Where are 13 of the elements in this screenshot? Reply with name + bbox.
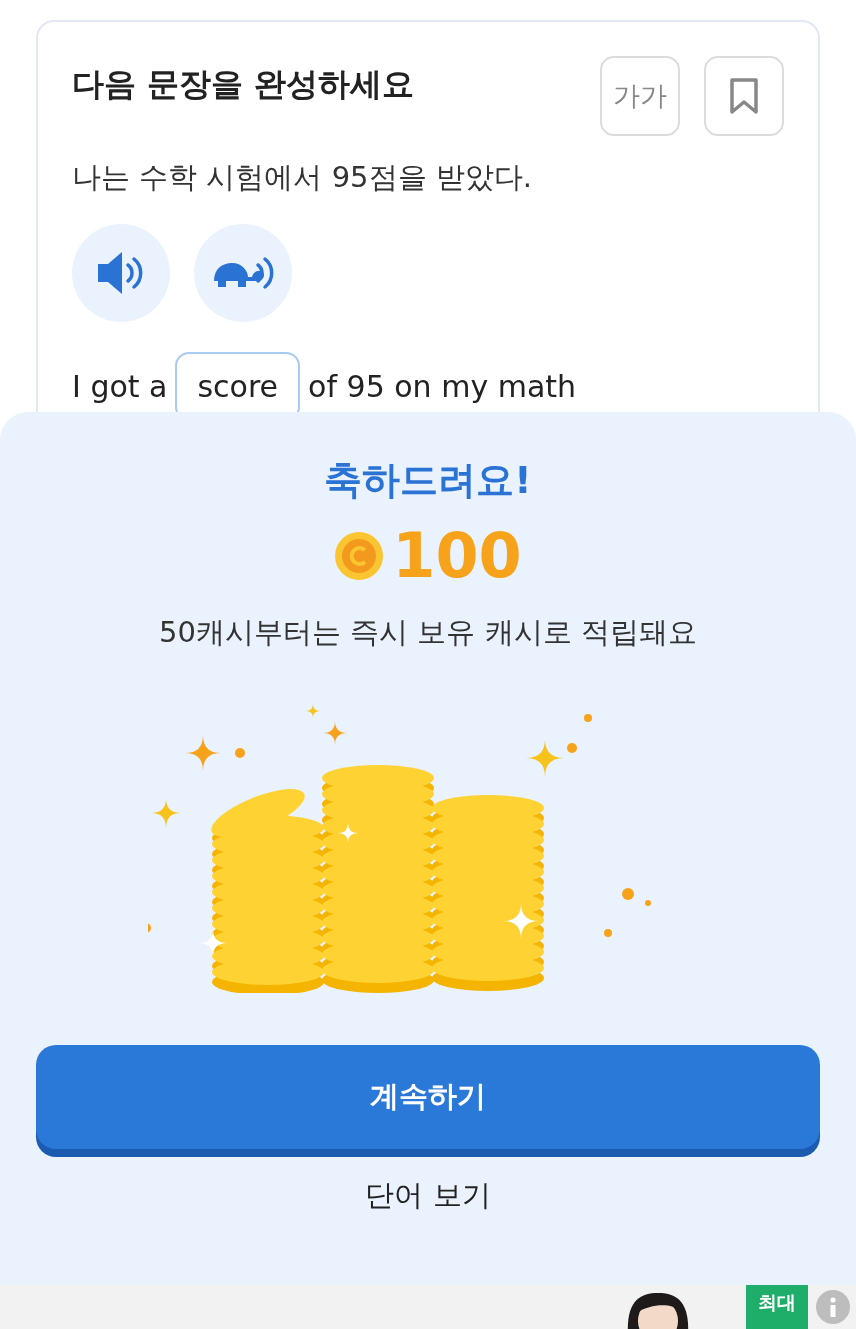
coin-icon xyxy=(334,531,385,581)
bookmark-button[interactable] xyxy=(704,56,784,136)
reward-message: 50캐시부터는 즉시 보유 캐시로 적립돼요 xyxy=(159,614,697,651)
sentence-text: of 95 on my math xyxy=(308,367,577,406)
discount-badge: 최대 xyxy=(746,1285,808,1329)
sentence-text: I got a xyxy=(72,367,168,406)
question-title: 다음 문장을 완성하세요 xyxy=(72,64,415,105)
reward-amount: 100 xyxy=(392,525,522,587)
view-words-button[interactable]: 단어 보기 xyxy=(359,1172,497,1218)
font-size-button[interactable]: 가가 xyxy=(600,56,680,136)
bookmark-icon xyxy=(729,77,759,115)
reward-title: 축하드려요! xyxy=(324,457,532,504)
korean-sentence: 나는 수학 시험에서 95점을 받았다. xyxy=(72,159,533,196)
